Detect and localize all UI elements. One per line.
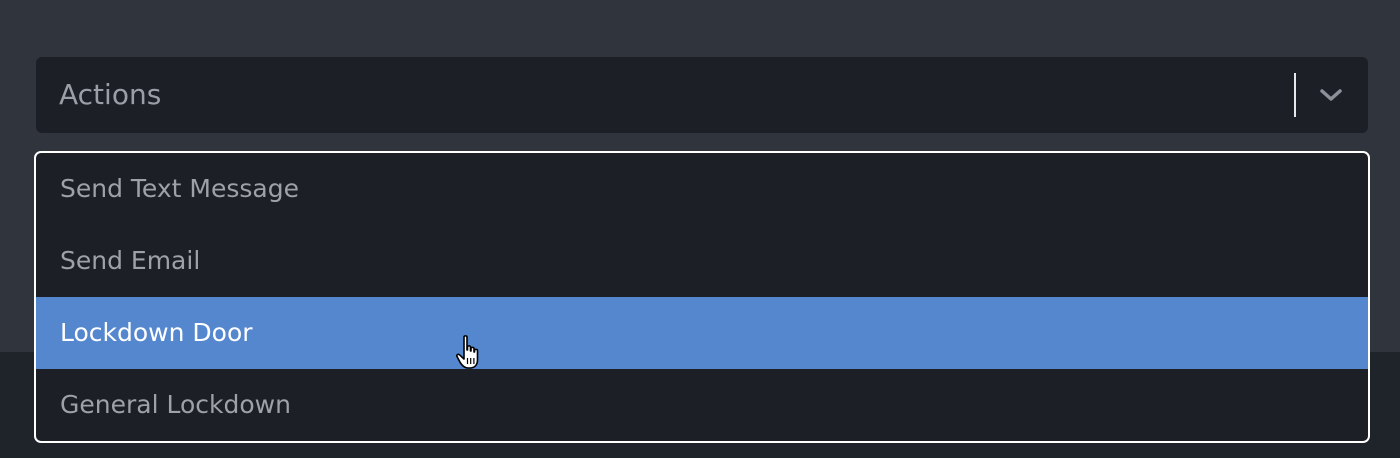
option-send-email[interactable]: Send Email	[36, 225, 1368, 297]
select-value: Actions	[59, 78, 162, 111]
select-divider	[1294, 73, 1296, 117]
option-lockdown-door[interactable]: Lockdown Door	[36, 297, 1368, 369]
chevron-down-icon[interactable]	[1316, 81, 1346, 109]
actions-select[interactable]: Actions	[36, 57, 1368, 133]
actions-dropdown-menu: Send Text Message Send Email Lockdown Do…	[34, 151, 1370, 443]
option-send-text-message[interactable]: Send Text Message	[36, 153, 1368, 225]
option-general-lockdown[interactable]: General Lockdown	[36, 369, 1368, 441]
